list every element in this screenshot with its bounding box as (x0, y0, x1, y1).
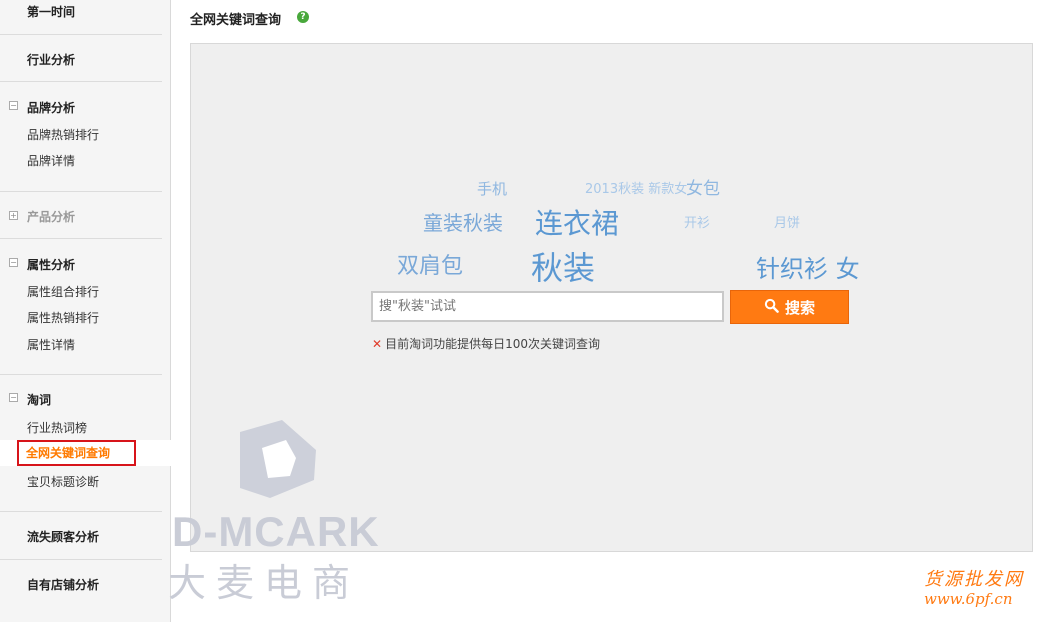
sidebar-section-brand[interactable]: 品牌分析 (27, 99, 75, 116)
sidebar-item-own-shop[interactable]: 自有店铺分析 (27, 576, 99, 593)
watermark-site-name: 货源批发网 (924, 569, 1024, 590)
sidebar-item-churn[interactable]: 流失顾客分析 (27, 528, 99, 545)
divider (0, 374, 162, 375)
cloud-keyword[interactable]: 手机 (477, 178, 507, 199)
divider (0, 191, 162, 192)
cloud-keyword[interactable]: 月饼 (774, 212, 800, 231)
divider (0, 81, 162, 82)
divider (0, 511, 162, 512)
sidebar-section-taoci[interactable]: 淘词 (27, 391, 51, 408)
cloud-keyword[interactable]: 童装秋装 (423, 207, 503, 236)
search-button[interactable]: 搜索 (730, 290, 849, 324)
cloud-keyword[interactable]: 连衣裙 (535, 202, 619, 242)
sidebar: 第一时间 行业分析 − 品牌分析 品牌热销排行 品牌详情 + 产品分析 − 属性… (0, 0, 171, 622)
expand-icon[interactable]: + (9, 211, 18, 220)
divider (0, 559, 162, 560)
cloud-keyword[interactable]: 双肩包 (397, 248, 463, 280)
search-icon (764, 298, 779, 317)
cloud-keyword[interactable]: 针织衫 女 (756, 249, 860, 284)
sidebar-item-brand-detail[interactable]: 品牌详情 (27, 152, 75, 169)
sidebar-item-brand-ranking[interactable]: 品牌热销排行 (27, 126, 99, 143)
watermark-brand-en: D-MCARK (172, 508, 380, 555)
search-input[interactable] (371, 291, 724, 322)
search-button-label: 搜索 (784, 298, 815, 317)
sidebar-item-attr-detail[interactable]: 属性详情 (27, 336, 75, 353)
watermark-site-url: www.6pf.cn (924, 590, 1013, 608)
close-icon: ✕ (372, 337, 383, 351)
sidebar-item-industry[interactable]: 行业分析 (27, 51, 75, 68)
watermark-brand-cn: 大麦电商 (168, 561, 361, 605)
cloud-keyword[interactable]: 秋装 (531, 243, 595, 289)
divider (0, 238, 162, 239)
cloud-keyword[interactable]: 开衫 (684, 212, 710, 231)
collapse-icon[interactable]: − (9, 258, 18, 267)
sidebar-item-title-diagnosis[interactable]: 宝贝标题诊断 (27, 473, 99, 490)
page-title: 全网关键词查询 (190, 13, 282, 28)
sidebar-item-hot-words[interactable]: 行业热词榜 (27, 419, 87, 436)
usage-notice-text: 目前淘词功能提供每日100次关键词查询 (385, 337, 600, 351)
sidebar-item-attr-combo[interactable]: 属性组合排行 (27, 283, 99, 300)
collapse-icon[interactable]: − (9, 393, 18, 402)
watermark-logo (236, 418, 320, 506)
sidebar-section-product[interactable]: 产品分析 (27, 208, 75, 225)
cloud-keyword[interactable]: 女包 (686, 174, 720, 199)
cloud-keyword[interactable]: 2013秋装 新款女 (585, 178, 687, 197)
collapse-icon[interactable]: − (9, 101, 18, 110)
sidebar-section-attribute[interactable]: 属性分析 (27, 256, 75, 273)
usage-notice: ✕ 目前淘词功能提供每日100次关键词查询 (372, 335, 600, 352)
help-icon[interactable]: ? (297, 11, 309, 23)
sidebar-item-first-time[interactable]: 第一时间 (27, 3, 75, 20)
sidebar-item-keyword-search[interactable]: 全网关键词查询 (17, 440, 136, 466)
divider (0, 34, 162, 35)
sidebar-item-attr-hot[interactable]: 属性热销排行 (27, 309, 99, 326)
